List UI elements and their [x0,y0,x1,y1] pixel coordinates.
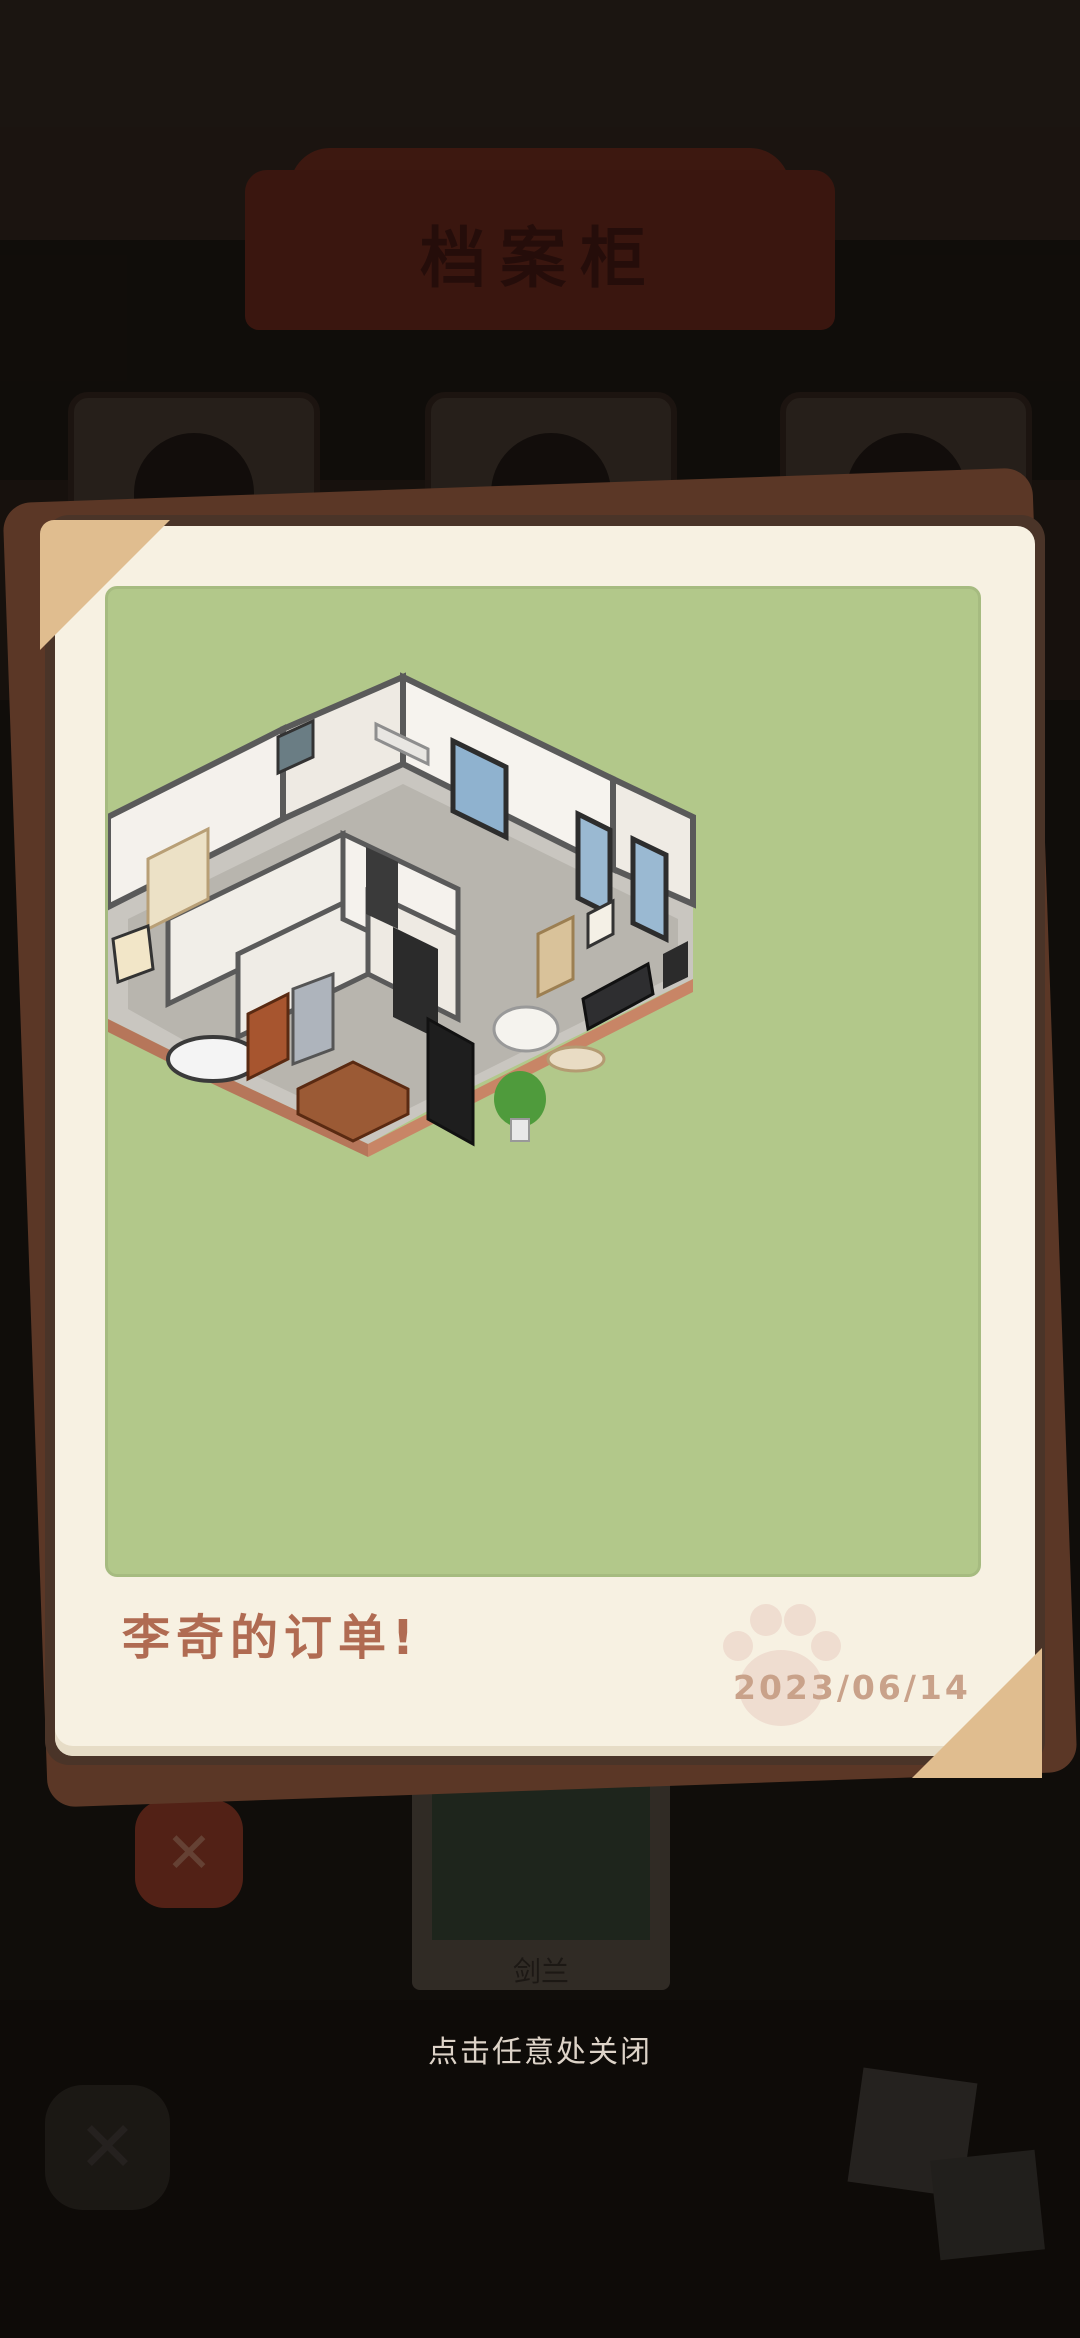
photo-card[interactable] [55,526,1035,1756]
photo-caption: 李奇的订单! [122,1610,420,1666]
room-illustration [108,672,696,1157]
photo-date: 2023/06/14 [733,1668,971,1707]
close-hint-text: 点击任意处关闭 [428,2035,652,2070]
room-photo [105,586,981,1577]
photo-corner-top-left [40,520,170,650]
